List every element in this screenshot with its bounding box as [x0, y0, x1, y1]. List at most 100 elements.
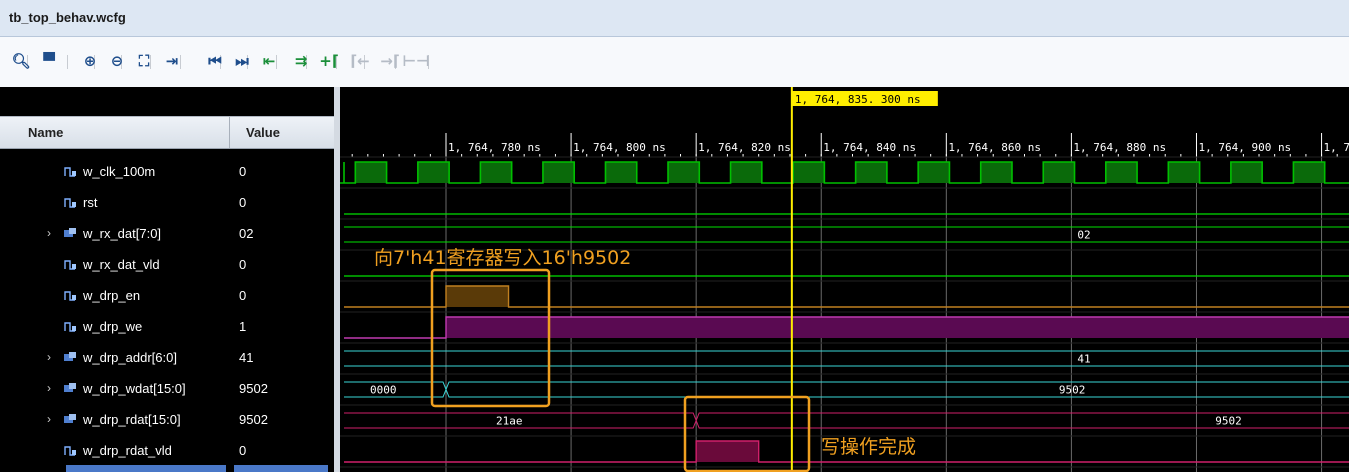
wire-signal-icon: [64, 165, 77, 178]
signal-row[interactable]: › w_drp_wdat[15:0] 9502: [0, 374, 340, 405]
clock-high-fill: [793, 162, 825, 183]
signal-name-panel: Name Value w_clk_100m 0 rst 0 › w_rx_dat[7:0]…: [0, 87, 340, 472]
toolbar: 🔍︎ ▀ ⊕ ⊖ ⛶ ⇥ ⏮ ⏭ ⇤ ⇉ +⌈ ⌈← →⌈ ⊢⊣: [0, 37, 1349, 87]
signal-row[interactable]: rst 0: [0, 188, 340, 219]
go-to-start-icon[interactable]: ⏮: [204, 49, 226, 73]
drp-wdat-new-value: 9502: [1059, 384, 1086, 397]
signal-value: 41: [239, 350, 254, 365]
signal-row[interactable]: › w_drp_addr[6:0] 41: [0, 343, 340, 374]
ruler-label: 1, 76: [1324, 141, 1349, 154]
zoom-in-icon[interactable]: ⊕: [79, 49, 101, 73]
drp-rdat-new-value: 9502: [1215, 415, 1242, 428]
drp-wdat-old-value: 0000: [370, 384, 397, 397]
previous-transition-icon[interactable]: ⇤: [258, 49, 280, 73]
clock-high-fill: [980, 162, 1012, 183]
clock-high-fill: [1105, 162, 1138, 183]
rdat-vld-high-fill: [696, 441, 759, 462]
signal-name: w_drp_wdat[15:0]: [83, 381, 186, 396]
search-icon[interactable]: 🔍︎: [10, 49, 32, 73]
expand-chevron-icon[interactable]: ›: [47, 412, 51, 426]
write-annotation-text: 向7'h41寄存器写入16'h9502: [374, 247, 631, 269]
zoom-fit-icon[interactable]: ⛶: [133, 49, 155, 73]
signal-value: 0: [239, 257, 247, 272]
name-column-header[interactable]: Name: [28, 125, 63, 140]
expand-chevron-icon[interactable]: ›: [47, 381, 51, 395]
clock-high-fill: [855, 162, 887, 183]
signal-name: w_rx_dat_vld: [83, 257, 160, 272]
save-icon[interactable]: ▀: [38, 49, 60, 73]
wire-signal-icon: [64, 258, 77, 271]
wire-signal-icon: [64, 289, 77, 302]
signal-name: rst: [83, 195, 98, 210]
expand-chevron-icon[interactable]: ›: [47, 226, 51, 240]
clock-high-fill: [668, 162, 700, 183]
add-marker-icon[interactable]: +⌈: [318, 49, 340, 73]
expand-chevron-icon[interactable]: ›: [47, 350, 51, 364]
signal-row[interactable]: w_drp_rdat_vld 0: [0, 436, 340, 467]
zoom-out-icon[interactable]: ⊖: [106, 49, 128, 73]
signal-value: 0: [239, 443, 247, 458]
name-value-header: Name Value: [0, 116, 340, 149]
value-scrollbar[interactable]: [234, 465, 328, 472]
signal-row[interactable]: w_drp_we 1: [0, 312, 340, 343]
done-annotation-text: 写操作完成: [821, 436, 916, 458]
signal-row[interactable]: › w_drp_rdat[15:0] 9502: [0, 405, 340, 436]
swap-cursors-icon[interactable]: ⊢⊣: [402, 49, 429, 73]
signal-name: w_clk_100m: [83, 164, 156, 179]
signal-row[interactable]: w_rx_dat_vld 0: [0, 250, 340, 281]
signal-value: 1: [239, 319, 247, 334]
clock-high-fill: [730, 162, 762, 183]
signal-row[interactable]: w_clk_100m 0: [0, 157, 340, 188]
previous-marker-icon[interactable]: ⌈←: [349, 49, 371, 73]
signal-row[interactable]: w_drp_en 0: [0, 281, 340, 312]
wire-signal-icon: [64, 320, 77, 333]
window-title: tb_top_behav.wcfg: [9, 10, 126, 25]
go-to-end-icon[interactable]: ⏭: [231, 49, 253, 73]
signal-value: 9502: [239, 412, 268, 427]
column-divider[interactable]: [229, 117, 230, 148]
bus-signal-icon: [64, 382, 77, 395]
clock-high-fill: [918, 162, 950, 183]
signal-name: w_rx_dat[7:0]: [83, 226, 162, 241]
drp-rdat-old-value: 21ae: [496, 415, 523, 428]
drp-en-high-fill: [446, 286, 509, 307]
wire-signal-icon: [64, 196, 77, 209]
signal-name: w_drp_en: [83, 288, 141, 303]
signal-value: 0: [239, 288, 247, 303]
go-to-cursor-icon[interactable]: ⇥: [161, 49, 183, 73]
rx-dat-value: 02: [1077, 229, 1090, 242]
drp-rdat-waveform: [344, 412, 1349, 429]
value-column-header[interactable]: Value: [246, 125, 280, 140]
name-scrollbar[interactable]: [66, 465, 226, 472]
clock-high-fill: [355, 162, 387, 183]
bus-signal-icon: [64, 227, 77, 240]
next-transition-icon[interactable]: ⇉: [290, 49, 312, 73]
ruler-label: 1, 764, 900 ns: [1198, 141, 1291, 154]
window-titlebar: tb_top_behav.wcfg: [0, 0, 1349, 37]
waveform-panel[interactable]: 1, 764, 780 ns 1, 764, 800 ns 1, 764, 820 …: [340, 87, 1349, 472]
bus-signal-icon: [64, 351, 77, 364]
clock-high-fill: [1230, 162, 1263, 183]
ruler-label: 1, 764, 860 ns: [948, 141, 1041, 154]
signal-value: 02: [239, 226, 254, 241]
signal-name: w_drp_we: [83, 319, 143, 334]
clock-high-fill: [1293, 162, 1325, 183]
clock-high-fill: [480, 162, 512, 183]
ruler-label: 1, 764, 840 ns: [823, 141, 916, 154]
next-marker-icon[interactable]: →⌈: [379, 49, 401, 73]
drp-wdat-waveform: [344, 381, 1349, 398]
signal-name: w_drp_rdat_vld: [83, 443, 172, 458]
clock-high-fill: [1168, 162, 1200, 183]
wire-signal-icon: [64, 444, 77, 457]
clock-high-fill: [605, 162, 637, 183]
signal-value: 9502: [239, 381, 268, 396]
signal-value: 0: [239, 195, 247, 210]
clock-high-fill: [417, 162, 450, 183]
ruler-label: 1, 764, 820 ns: [698, 141, 791, 154]
drp-addr-value: 41: [1077, 353, 1090, 366]
signal-name: w_drp_rdat[15:0]: [83, 412, 181, 427]
ruler-label: 1, 764, 880 ns: [1073, 141, 1166, 154]
signal-row[interactable]: › w_rx_dat[7:0] 02: [0, 219, 340, 250]
ruler-label: 1, 764, 800 ns: [573, 141, 666, 154]
clock-high-fill: [542, 162, 575, 183]
